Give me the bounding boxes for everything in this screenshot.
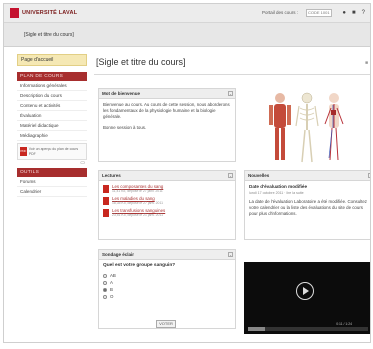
top-icons: ● ■ ? [342, 9, 365, 17]
pdf-icon [103, 197, 109, 205]
lecture-meta: 11,41 Ko, déposé le 27 janv. 2011 [112, 189, 163, 193]
news-text: La date de l'évaluation Laboratoire a ét… [249, 199, 368, 216]
top-bar: UNIVERSITÉ LAVAL Portail des cours : COD… [4, 4, 370, 23]
welcome-heading: Mot de bienvenue [102, 91, 141, 96]
browser-page: UNIVERSITÉ LAVAL Portail des cours : COD… [3, 3, 371, 343]
radio-button-selected[interactable] [103, 287, 107, 292]
user-icon[interactable]: ● [342, 9, 346, 17]
news-date: lundi 17 octobre 2011 · lire la suite [249, 191, 304, 195]
pdf-preview-text: Voir un aperçu du plan de cours PDF [28, 147, 79, 156]
video-time: 0:11 / 1:24 [336, 322, 352, 326]
video-player[interactable]: 0:11 / 1:24 [244, 262, 370, 334]
poll-option-label: B [110, 286, 113, 292]
minimize-icon[interactable]: - [228, 252, 233, 257]
poll-option[interactable]: AB [103, 272, 231, 279]
poll-panel-header: Sondage éclair - [99, 250, 235, 260]
title-divider [94, 74, 370, 75]
news-panel: Nouvelles - Date d'évaluation modifiée l… [244, 170, 370, 240]
pdf-icon: PDF [20, 147, 27, 156]
portal-label: Portail des cours : [262, 10, 299, 15]
sidebar-item-forums[interactable]: Forums [17, 177, 87, 187]
minimize-icon[interactable]: - [228, 91, 233, 96]
minimize-icon[interactable]: - [228, 173, 233, 178]
poll-body: Quel est votre groupe sanguin? AB A B O [99, 260, 235, 303]
settings-icon[interactable]: ■ [365, 60, 368, 66]
university-logo[interactable]: UNIVERSITÉ LAVAL [10, 8, 77, 18]
pdf-preview-link[interactable]: PDF Voir un aperçu du plan de cours PDF [17, 143, 87, 160]
poll-heading: Sondage éclair [102, 252, 135, 257]
welcome-body: Bienvenue au cours. Au cours de cette se… [99, 99, 235, 134]
sidebar-item-description[interactable]: Description du cours [17, 91, 87, 101]
vote-button[interactable]: VOTER [156, 320, 176, 328]
poll-option-label: A [110, 279, 113, 285]
video-progress-fill [248, 327, 265, 331]
sidebar-item-content[interactable]: Contenu et activités [17, 101, 87, 111]
radio-button[interactable] [103, 280, 107, 285]
minimize-icon[interactable]: - [368, 173, 370, 178]
news-panel-header: Nouvelles - [245, 171, 370, 181]
lectures-panel-header: Lectures - [99, 171, 235, 181]
poll-panel: Sondage éclair - Quel est votre groupe s… [98, 249, 236, 329]
sidebar-item-mediagraphy[interactable]: Médiagraphie [17, 131, 87, 141]
welcome-panel-header: Mot de bienvenue - [99, 89, 235, 99]
portal-course-select[interactable]: CODE 1001 [306, 9, 332, 17]
course-header: [Sigle et titre du cours] [4, 23, 370, 47]
lectures-body: Les composantes du sang 11,41 Ko, déposé… [99, 181, 235, 223]
sidebar-section-plan: PLAN DE COURS [17, 72, 87, 81]
home-icon[interactable]: ■ [352, 9, 356, 17]
welcome-sign: Bonne session à tous. [103, 125, 147, 130]
video-panel: 0:11 / 1:24 [244, 249, 370, 334]
logo-mark [10, 8, 19, 18]
welcome-text: Bienvenue au cours. Au cours de cette se… [103, 102, 230, 119]
poll-option-label: O [110, 293, 114, 299]
sidebar-section-outils: OUTILS [17, 168, 87, 177]
pdf-icon [103, 209, 109, 217]
poll-question: Quel est votre groupe sanguin? [103, 263, 176, 268]
video-progress-bar[interactable] [248, 327, 368, 331]
poll-option[interactable]: B [103, 286, 231, 293]
news-heading: Nouvelles [248, 173, 270, 178]
list-item[interactable]: Les composantes du sang 11,41 Ko, déposé… [103, 184, 231, 193]
poll-option[interactable]: O [103, 293, 231, 300]
sidebar-item-calendar[interactable]: Calendrier [17, 187, 87, 197]
list-item[interactable]: Les transfusions sanguines 23,51 Ko, dép… [103, 208, 231, 217]
poll-option-label: AB [110, 272, 116, 278]
help-icon[interactable]: ? [362, 9, 365, 17]
sidebar-item-home[interactable]: Page d'accueil [17, 54, 87, 66]
page-title: [Sigle et titre du cours] [96, 57, 186, 67]
play-icon[interactable] [296, 282, 314, 300]
radio-button[interactable] [103, 273, 107, 278]
sidebar-item-material[interactable]: Matériel didactique [17, 121, 87, 131]
collapse-icon[interactable]: ▭ [80, 160, 85, 166]
lecture-meta: 18,35 Ko, déposé le 27 janv. 2011 [112, 201, 163, 205]
radio-button[interactable] [103, 294, 107, 299]
anatomy-illustration [269, 92, 344, 163]
list-item[interactable]: Les maladies du sang 18,35 Ko, déposé le… [103, 196, 231, 205]
sidebar-item-evaluation[interactable]: Évaluation [17, 111, 87, 121]
sidebar: Page d'accueil PLAN DE COURS Information… [17, 54, 87, 197]
lectures-panel: Lectures - Les composantes du sang 11,41… [98, 170, 236, 240]
course-title-link[interactable]: [Sigle et titre du cours] [24, 32, 74, 38]
pdf-icon [103, 185, 109, 193]
welcome-panel: Mot de bienvenue - Bienvenue au cours. A… [98, 88, 236, 162]
anatomy-image-panel [244, 88, 370, 172]
sidebar-spacer: ▭ [17, 160, 87, 166]
news-body: Date d'évaluation modifiée lundi 17 octo… [245, 181, 370, 220]
lectures-heading: Lectures [102, 173, 121, 178]
poll-option[interactable]: A [103, 279, 231, 286]
lecture-meta: 23,51 Ko, déposé le 21 janv. 2011 [112, 213, 163, 217]
sidebar-item-general-info[interactable]: Informations générales [17, 81, 87, 91]
logo-text: UNIVERSITÉ LAVAL [22, 10, 78, 16]
